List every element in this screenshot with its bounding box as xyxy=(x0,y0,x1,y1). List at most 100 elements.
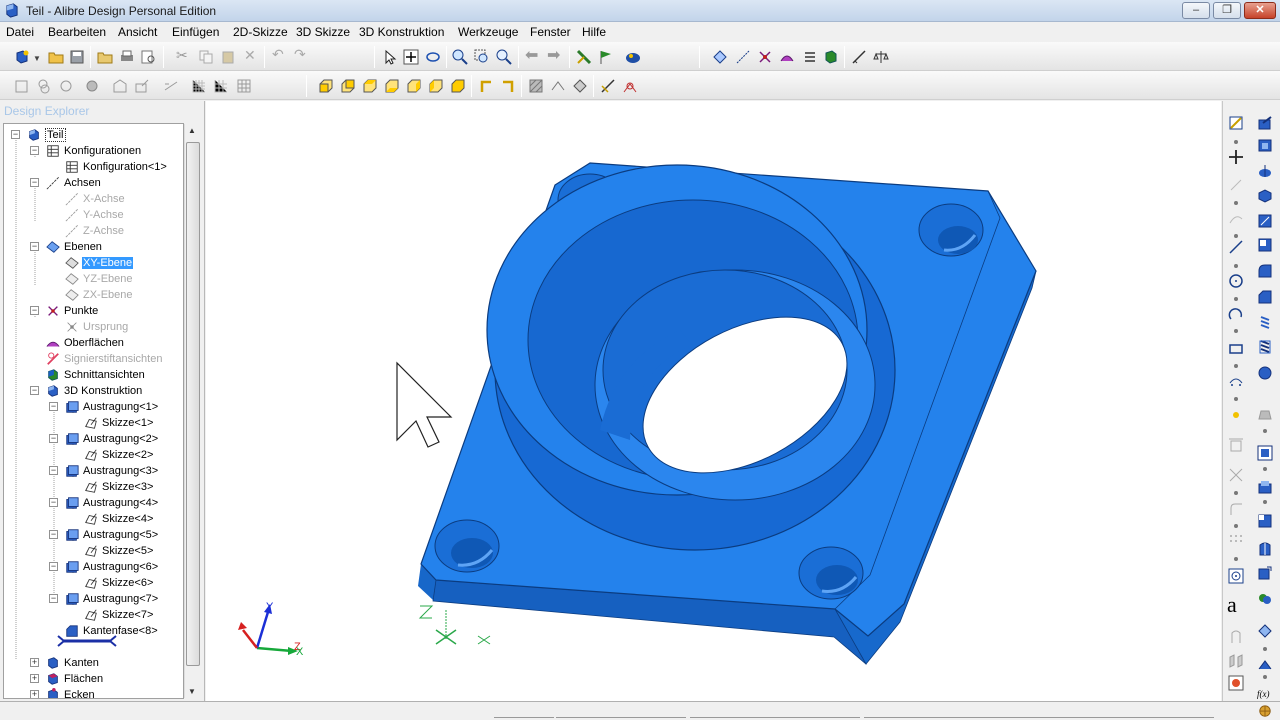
scroll-up-icon[interactable]: ▲ xyxy=(188,126,196,135)
section-tool-icon[interactable] xyxy=(823,49,839,65)
tree-node-austragung-6[interactable]: − Austragung<6> xyxy=(49,560,183,576)
hatch-icon[interactable] xyxy=(528,78,544,94)
tree-node-ecken[interactable]: + Ecken xyxy=(30,688,180,698)
select-pointer-icon[interactable] xyxy=(382,49,398,65)
rollback-bar-icon[interactable] xyxy=(56,634,118,648)
tree-node-skizze-5[interactable]: Skizze<5> xyxy=(84,544,183,560)
tree-node-ursprung[interactable]: Ursprung xyxy=(65,320,183,336)
pan-icon[interactable] xyxy=(403,49,419,65)
next-view-icon[interactable]: ➡ xyxy=(547,45,563,64)
mirror-feature-icon[interactable] xyxy=(1257,513,1273,529)
chamfer-icon[interactable] xyxy=(1257,289,1273,305)
collapse-toggle[interactable]: − xyxy=(49,402,58,411)
tree-node-austragung-2[interactable]: − Austragung<2> xyxy=(49,432,183,448)
sketch-mode-icon[interactable] xyxy=(1228,115,1244,131)
arc-tool-icon[interactable] xyxy=(1228,307,1244,323)
collapse-toggle[interactable]: − xyxy=(30,178,39,187)
view-iso-icon[interactable] xyxy=(450,78,466,94)
zoom-window-icon[interactable] xyxy=(474,49,490,65)
hole-icon[interactable] xyxy=(1257,339,1273,355)
menu-3d-skizze[interactable]: 3D Skizze xyxy=(296,25,350,39)
boolean-icon[interactable] xyxy=(1257,591,1273,607)
origin-icon[interactable] xyxy=(622,78,638,94)
tree-node-skizze-3[interactable]: Skizze<3> xyxy=(84,480,183,496)
zoom-fit-icon[interactable] xyxy=(496,49,512,65)
delete-icon[interactable]: ✕ xyxy=(244,47,260,63)
sweep-icon[interactable] xyxy=(1257,187,1273,203)
ellipse-tool-icon[interactable] xyxy=(1228,373,1244,389)
gear-tool-icon[interactable] xyxy=(84,78,100,94)
pattern-circular-icon[interactable] xyxy=(1257,479,1273,495)
view-front-icon[interactable] xyxy=(318,78,334,94)
collapse-toggle[interactable]: − xyxy=(49,562,58,571)
dimension-tool-icon[interactable] xyxy=(163,78,179,94)
tree-node-skizze-6[interactable]: Skizze<6> xyxy=(84,576,183,592)
measure-icon[interactable] xyxy=(851,49,867,65)
scroll-down-icon[interactable]: ▼ xyxy=(188,687,196,696)
tree-node-zx-ebene[interactable]: ZX-Ebene xyxy=(65,288,183,304)
shaded-icon[interactable] xyxy=(572,78,588,94)
trim-tool-icon[interactable] xyxy=(1228,467,1244,483)
surface-tool-icon[interactable] xyxy=(779,49,795,65)
collapse-toggle[interactable]: − xyxy=(49,530,58,539)
cut-icon[interactable]: ✂ xyxy=(176,47,192,63)
extrude-cut-icon[interactable] xyxy=(1257,137,1273,153)
collapse-toggle[interactable]: − xyxy=(30,386,39,395)
transform-icon[interactable] xyxy=(1257,623,1273,639)
revolve-icon[interactable] xyxy=(1257,163,1273,179)
tree-node-x-achse[interactable]: X-Achse xyxy=(65,192,183,208)
snap-tool-icon[interactable] xyxy=(1228,568,1244,584)
view-top-icon[interactable] xyxy=(362,78,378,94)
collapse-toggle[interactable]: − xyxy=(30,306,39,315)
redo-icon[interactable]: ↷ xyxy=(294,46,310,62)
view-back-icon[interactable] xyxy=(340,78,356,94)
view-flip-icon[interactable] xyxy=(500,78,516,94)
collapse-toggle[interactable]: − xyxy=(49,594,58,603)
circle-tool-icon[interactable] xyxy=(1228,273,1244,289)
menu-fenster[interactable]: Fenster xyxy=(530,25,571,39)
tree-node-kanten[interactable]: + Kanten xyxy=(30,656,180,672)
pattern-tool-icon[interactable] xyxy=(1228,533,1244,549)
shell-icon[interactable] xyxy=(1257,237,1273,253)
tree-node-3d-konstruktion[interactable]: − 3D Konstruktion xyxy=(30,384,180,400)
tree-node-xy-ebene[interactable]: XY-Ebene xyxy=(65,256,183,272)
collapse-toggle[interactable]: − xyxy=(30,146,39,155)
menu-3d-konstruktion[interactable]: 3D Konstruktion xyxy=(359,25,444,39)
maximize-button[interactable]: ❐ xyxy=(1213,2,1241,19)
tree-node-konfigurationen[interactable]: − Konfigurationen xyxy=(30,144,180,160)
collapse-toggle[interactable]: − xyxy=(30,242,39,251)
3d-viewport[interactable]: Z Y X xyxy=(206,101,1221,701)
menu-ansicht[interactable]: Ansicht xyxy=(118,25,157,39)
tree-node-konfiguration-1[interactable]: Konfiguration<1> xyxy=(65,160,183,176)
scale-body-icon[interactable] xyxy=(1257,565,1273,581)
sketch-color-icon[interactable] xyxy=(1228,675,1244,691)
open-file-icon[interactable] xyxy=(97,49,113,65)
print-icon[interactable] xyxy=(119,49,135,65)
paste-icon[interactable] xyxy=(220,49,236,65)
minimize-button[interactable]: – xyxy=(1182,2,1210,19)
tree-node-y-achse[interactable]: Y-Achse xyxy=(65,208,183,224)
grid-dense-icon[interactable] xyxy=(191,78,207,94)
view-normal-icon[interactable] xyxy=(478,78,494,94)
wireframe-icon[interactable] xyxy=(550,78,566,94)
tree-node-flaechen[interactable]: + Flächen xyxy=(30,672,180,688)
menu-2d-skizze[interactable]: 2D-Skizze xyxy=(233,25,288,39)
mirror-sketch-icon[interactable] xyxy=(1228,629,1244,645)
offset-tool-icon[interactable] xyxy=(1228,438,1244,454)
collapse-toggle[interactable]: − xyxy=(49,434,58,443)
close-button[interactable]: ✕ xyxy=(1244,2,1276,19)
grid-snap-icon[interactable] xyxy=(213,78,229,94)
plane-tool-icon[interactable] xyxy=(712,49,728,65)
thread-icon[interactable] xyxy=(1257,315,1273,331)
loft-icon[interactable] xyxy=(1257,213,1273,229)
dropdown-arrow-icon[interactable]: ▼ xyxy=(33,54,49,70)
rotate-icon[interactable] xyxy=(425,49,441,65)
fillet-icon[interactable] xyxy=(1257,263,1273,279)
collapse-toggle[interactable]: − xyxy=(49,498,58,507)
split-body-icon[interactable] xyxy=(1257,541,1273,557)
collapse-toggle[interactable]: − xyxy=(49,466,58,475)
menu-hilfe[interactable]: Hilfe xyxy=(582,25,606,39)
fx-equations-button[interactable]: f(x) xyxy=(1257,689,1270,699)
view-right-icon[interactable] xyxy=(428,78,444,94)
scroll-thumb[interactable] xyxy=(186,142,200,666)
